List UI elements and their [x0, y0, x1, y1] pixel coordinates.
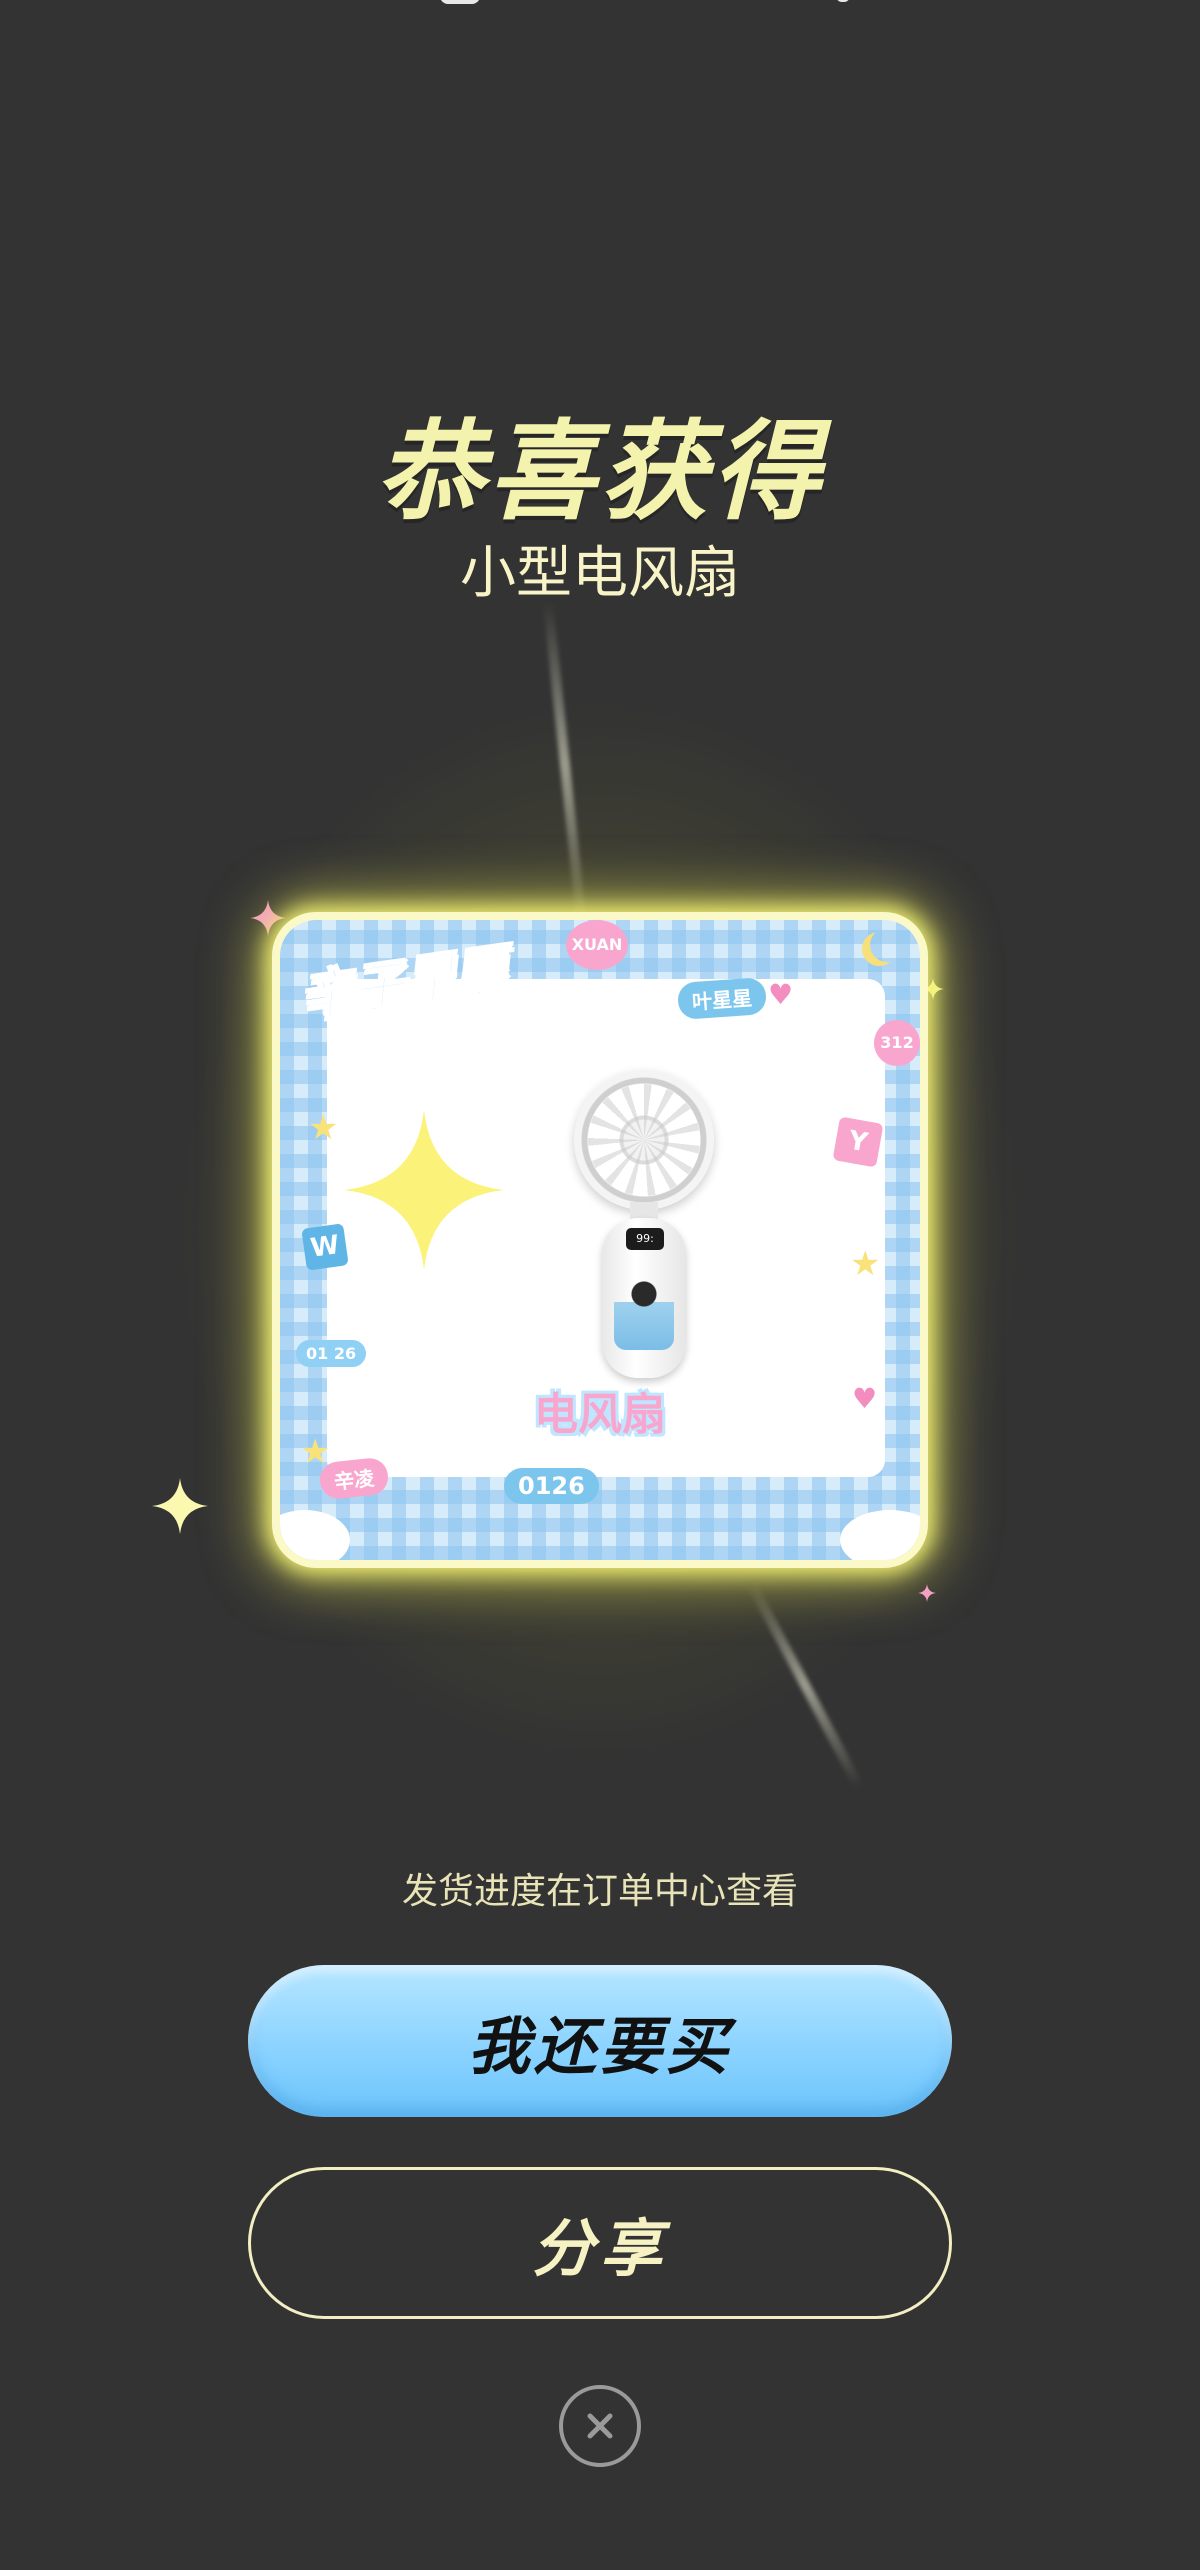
cloud-decoration [840, 1510, 920, 1560]
sticker-date: 01 26 [296, 1340, 367, 1367]
sticker-code: 0126 [504, 1468, 599, 1504]
sparkle-icon [152, 1478, 208, 1534]
prize-card: 辛子星愿 XUAN 叶星星 辛凌 0126 01 26 W Y 312 ★ ★ … [272, 912, 928, 1568]
share-button[interactable]: 分享 [248, 2167, 952, 2319]
prize-name: 小型电风扇 [460, 541, 740, 606]
status-bar-fragment [440, 0, 480, 4]
congrats-title: 恭喜获得 [375, 410, 824, 535]
close-button[interactable] [559, 2385, 641, 2467]
sparkle-icon [918, 1584, 936, 1602]
star-icon: ★ [850, 1244, 881, 1284]
shipping-hint: 发货进度在订单中心查看 [401, 1871, 798, 1912]
product-label: 电风扇 [534, 1389, 666, 1440]
sparkle-icon [344, 1110, 504, 1270]
moon-icon [870, 928, 904, 962]
star-icon: ★ [308, 1108, 339, 1148]
buy-again-button[interactable]: 我还要买 [248, 1965, 952, 2117]
prize-result-page: 恭喜获得 小型电风扇 辛子星愿 XUAN 叶星星 辛凌 0126 01 26 W… [0, 0, 1200, 2570]
fan-head [574, 1070, 714, 1210]
sticker-number: 312 [874, 1020, 920, 1066]
sticker-name: 叶星星 [676, 976, 768, 1021]
fan-display: 99: [626, 1228, 664, 1250]
status-bar-fragment-right [836, 0, 850, 2]
light-beam-bottom [746, 1581, 864, 1789]
product-image-fan: 99: [564, 1070, 724, 1380]
sticker-xuan: XUAN [566, 920, 628, 970]
sticker-letter: Y [832, 1116, 884, 1168]
light-beam-top [542, 600, 588, 930]
fan-character-print [614, 1270, 674, 1350]
heart-icon: ♥ [768, 978, 794, 1011]
close-icon [587, 2413, 613, 2439]
sticker-letter: W [301, 1223, 349, 1271]
